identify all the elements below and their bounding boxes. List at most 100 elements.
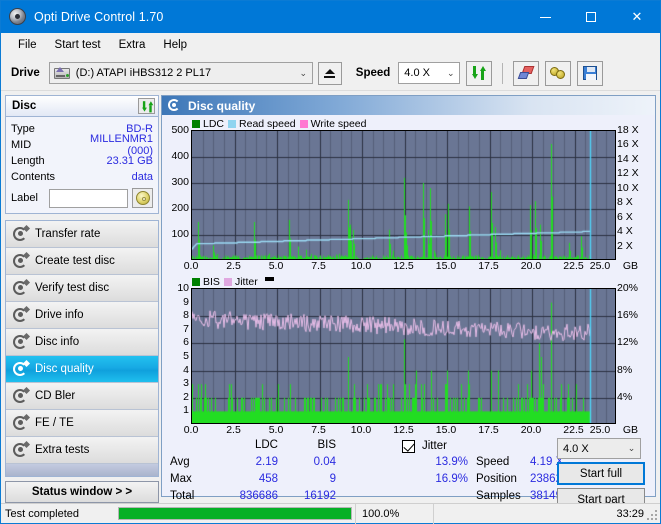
- sidebar-item-disc-quality[interactable]: Disc quality: [6, 356, 158, 383]
- refresh-icon: [472, 66, 487, 80]
- axis-tick: 3: [183, 377, 189, 390]
- status-window-button[interactable]: Status window > >: [5, 481, 159, 503]
- axis-tick: 100: [171, 228, 189, 240]
- test-speed-select[interactable]: 4.0 X ⌄: [557, 438, 641, 459]
- menu-help[interactable]: Help: [154, 36, 196, 54]
- axis-tick: 300: [171, 176, 189, 188]
- disc-refresh-button[interactable]: [138, 98, 155, 114]
- jitter-checkbox[interactable]: [402, 440, 415, 453]
- axis-tick: 25.0: [589, 260, 611, 272]
- disc-scan-icon: [13, 278, 31, 296]
- axis-tick: 15.0: [435, 424, 457, 436]
- drive-select[interactable]: (D:) ATAPI iHBS312 2 PL17 ⌄: [48, 62, 313, 84]
- position-stat-label: Position: [476, 473, 517, 485]
- axis-tick: 17.5: [478, 260, 499, 272]
- disc-row-key: MID: [11, 139, 32, 151]
- menu-start-test[interactable]: Start test: [46, 36, 110, 54]
- axis-tick: 10.0: [350, 424, 372, 436]
- axis-tick: 4: [183, 363, 189, 376]
- disc-label-input[interactable]: [49, 188, 128, 208]
- sidebar-item-label: CD Bler: [35, 390, 76, 402]
- eject-icon: [324, 68, 336, 78]
- app-window: Opti Drive Control 1.70 ✕ File Start tes…: [0, 0, 661, 524]
- sidebar-item-cd-bler[interactable]: CD Bler: [6, 383, 158, 410]
- disc-scan-icon: [13, 251, 31, 269]
- disc-panel-title: Disc: [12, 100, 37, 112]
- disc-row-key: Length: [11, 155, 45, 167]
- resize-grip[interactable]: [647, 510, 657, 520]
- status-text: Test completed: [5, 507, 79, 520]
- stats-row-total-label: Total: [170, 490, 195, 502]
- charts-area: LDC Read speed Write speed 500 400 300 2…: [162, 115, 655, 512]
- axis-tick: 4 X: [617, 225, 633, 238]
- close-button[interactable]: ✕: [614, 1, 660, 33]
- stats-jitter-max: 16.9%: [435, 473, 468, 485]
- sidebar-item-label: Transfer rate: [35, 228, 101, 240]
- sidebar-item-disc-info[interactable]: Disc info: [6, 329, 158, 356]
- chart-bis-y-axis-left: 10 9 8 7 6 5 4 3 2 1: [164, 282, 191, 424]
- progress-bar: [115, 504, 355, 524]
- disc-panel-header: Disc: [6, 96, 158, 117]
- toolbar: Drive (D:) ATAPI iHBS312 2 PL17 ⌄ Speed …: [1, 56, 660, 91]
- disc-scan-icon: [13, 224, 31, 242]
- menu-file[interactable]: File: [9, 36, 46, 54]
- axis-tick: 12 X: [617, 167, 639, 180]
- speed-stat-label: Speed: [476, 456, 510, 468]
- stats-ldc-max: 458: [258, 473, 278, 485]
- refresh-icon: [142, 101, 154, 113]
- stats-bis-max: 9: [329, 473, 336, 485]
- sidebar-item-fe-te[interactable]: FE / TE: [6, 410, 158, 437]
- drive-select-value: (D:) ATAPI iHBS312 2 PL17: [75, 67, 212, 79]
- disc-quality-header: Disc quality: [162, 96, 655, 115]
- menu-extra[interactable]: Extra: [110, 36, 155, 54]
- minimize-button[interactable]: [522, 1, 568, 33]
- axis-tick: 0.0: [183, 260, 199, 272]
- chart-ldc-plot: [191, 130, 616, 260]
- speed-select[interactable]: 4.0 X ⌄: [398, 62, 461, 84]
- sidebar-item-drive-info[interactable]: Drive info: [6, 302, 158, 329]
- sidebar-item-transfer-rate[interactable]: Transfer rate: [6, 221, 158, 248]
- legend-swatch-bis: [192, 277, 200, 286]
- sidebar-item-extra-tests[interactable]: Extra tests: [6, 437, 158, 464]
- elapsed-time: 33:29: [433, 503, 660, 524]
- erase-button[interactable]: [513, 60, 540, 86]
- axis-tick: 6 X: [617, 210, 633, 223]
- axis-tick: 8%: [617, 363, 633, 376]
- test-speed-value: 4.0 X: [563, 442, 589, 455]
- legend-item-ldc: LDC: [192, 118, 224, 130]
- axis-tick: 1: [183, 404, 189, 417]
- window-title: Opti Drive Control 1.70: [34, 10, 164, 24]
- axis-tick: 12.5: [393, 260, 414, 272]
- stats-col-ldc-header: LDC: [254, 439, 278, 451]
- sidebar-item-create-test-disc[interactable]: Create test disc: [6, 248, 158, 275]
- axis-tick: 2 X: [617, 239, 633, 252]
- axis-tick: 2.5: [226, 260, 241, 272]
- axis-tick: 8 X: [617, 196, 633, 209]
- eject-button[interactable]: [317, 61, 342, 85]
- sidebar-item-label: Disc quality: [35, 363, 94, 375]
- maximize-button[interactable]: [568, 1, 614, 33]
- axis-tick: 5: [183, 350, 189, 362]
- chevron-down-icon: ⌄: [299, 67, 308, 78]
- disc-label-apply-button[interactable]: [132, 188, 153, 208]
- disc-row-contents: Contents data: [11, 169, 153, 185]
- chart-ldc-y-axis-left: 500 400 300 200 100: [164, 124, 191, 260]
- disc-row-key: Type: [11, 123, 35, 135]
- axis-tick: 500: [171, 124, 189, 136]
- axis-tick: 7.5: [311, 424, 326, 436]
- legend-label-jitter: Jitter: [234, 275, 258, 288]
- legend-swatch-write-speed: [299, 119, 308, 128]
- start-full-button[interactable]: Start full: [557, 462, 645, 485]
- refresh-button[interactable]: [466, 60, 493, 86]
- stats-area: Avg Max Total LDC BIS 2.19 458 836686 0.…: [164, 438, 653, 512]
- drive-label: Drive: [11, 67, 40, 79]
- sidebar: Disc Type BD-R MID MILLENMR1 (000) Lengt…: [1, 91, 159, 503]
- axis-tick: 25.0: [589, 424, 611, 436]
- chart-bis-x-axis: 0.0 2.5 5.0 7.5 10.0 12.5 15.0 17.5 20.0 22.5 25.0…: [184, 424, 638, 438]
- save-button[interactable]: [577, 60, 604, 86]
- sidebar-item-verify-test-disc[interactable]: Verify test disc: [6, 275, 158, 302]
- axis-unit: GB: [622, 260, 638, 272]
- coins-button[interactable]: [545, 60, 572, 86]
- axis-tick: 9: [183, 295, 189, 308]
- legend-swatch-ldc: [192, 119, 200, 128]
